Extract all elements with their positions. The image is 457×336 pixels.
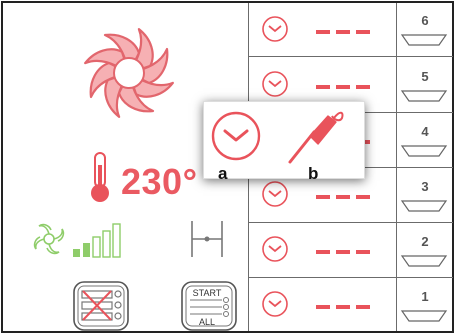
shelf-6-timer-icon[interactable]	[261, 15, 289, 48]
shelf-number: 1	[421, 289, 429, 304]
shelf-6-dash	[356, 30, 370, 34]
shelf-1-timer-icon[interactable]	[261, 290, 289, 323]
all-label: ALL	[198, 317, 215, 327]
shelf-2-dash	[356, 250, 370, 254]
shelf-2-dash	[336, 250, 350, 254]
shelf-1-tray-icon[interactable]	[400, 309, 448, 328]
shelf-number: 6	[421, 13, 429, 28]
fan-speed-icon[interactable]	[33, 221, 153, 262]
oven-display: 230° START ALL 6 5 4 3 2 1 a b	[1, 1, 454, 333]
shelf-5-dash	[316, 85, 330, 89]
start-all-button[interactable]: START ALL	[181, 281, 237, 336]
row-divider	[248, 56, 453, 57]
shelf-2-timer-icon[interactable]	[261, 235, 289, 268]
shelf-3-dash	[316, 195, 330, 199]
option-b-label: b	[308, 164, 319, 183]
shelf-5-dash	[356, 85, 370, 89]
shelf-3-tray-icon[interactable]	[400, 199, 448, 218]
shelf-3-dash	[356, 195, 370, 199]
temperature-value[interactable]: 230°	[121, 161, 197, 203]
shelf-3-timer-icon[interactable]	[261, 180, 289, 213]
multi-shelf-button[interactable]	[73, 281, 129, 336]
timer-option[interactable]	[210, 110, 262, 167]
shelf-4-tray-icon[interactable]	[400, 144, 448, 163]
shelf-6-tray-icon[interactable]	[400, 33, 448, 52]
shelf-6-dash	[316, 30, 330, 34]
shelf-2-tray-icon[interactable]	[400, 254, 448, 273]
shelf-number: 3	[421, 179, 429, 194]
shelf-1-dash	[316, 305, 330, 309]
row-divider	[248, 222, 453, 223]
shelf-6-dash	[336, 30, 350, 34]
start-label: START	[192, 288, 222, 298]
shelf-3-dash	[336, 195, 350, 199]
thermometer-icon	[87, 151, 113, 208]
shelf-5-dash	[336, 85, 350, 89]
option-a-label: a	[218, 164, 228, 183]
option-popup: a b	[203, 101, 365, 183]
shelf-number: 4	[421, 124, 429, 139]
shelf-5-timer-icon[interactable]	[261, 70, 289, 103]
shelf-number: 2	[421, 234, 429, 249]
shelf-5-tray-icon[interactable]	[400, 89, 448, 108]
shelf-2-dash	[316, 250, 330, 254]
shelf-1-dash	[356, 305, 370, 309]
gap-width-icon[interactable]	[189, 217, 225, 264]
fan-icon[interactable]	[81, 25, 177, 126]
shelf-number: 5	[421, 69, 429, 84]
row-divider	[248, 277, 453, 278]
probe-option[interactable]	[284, 106, 348, 171]
shelf-1-dash	[336, 305, 350, 309]
